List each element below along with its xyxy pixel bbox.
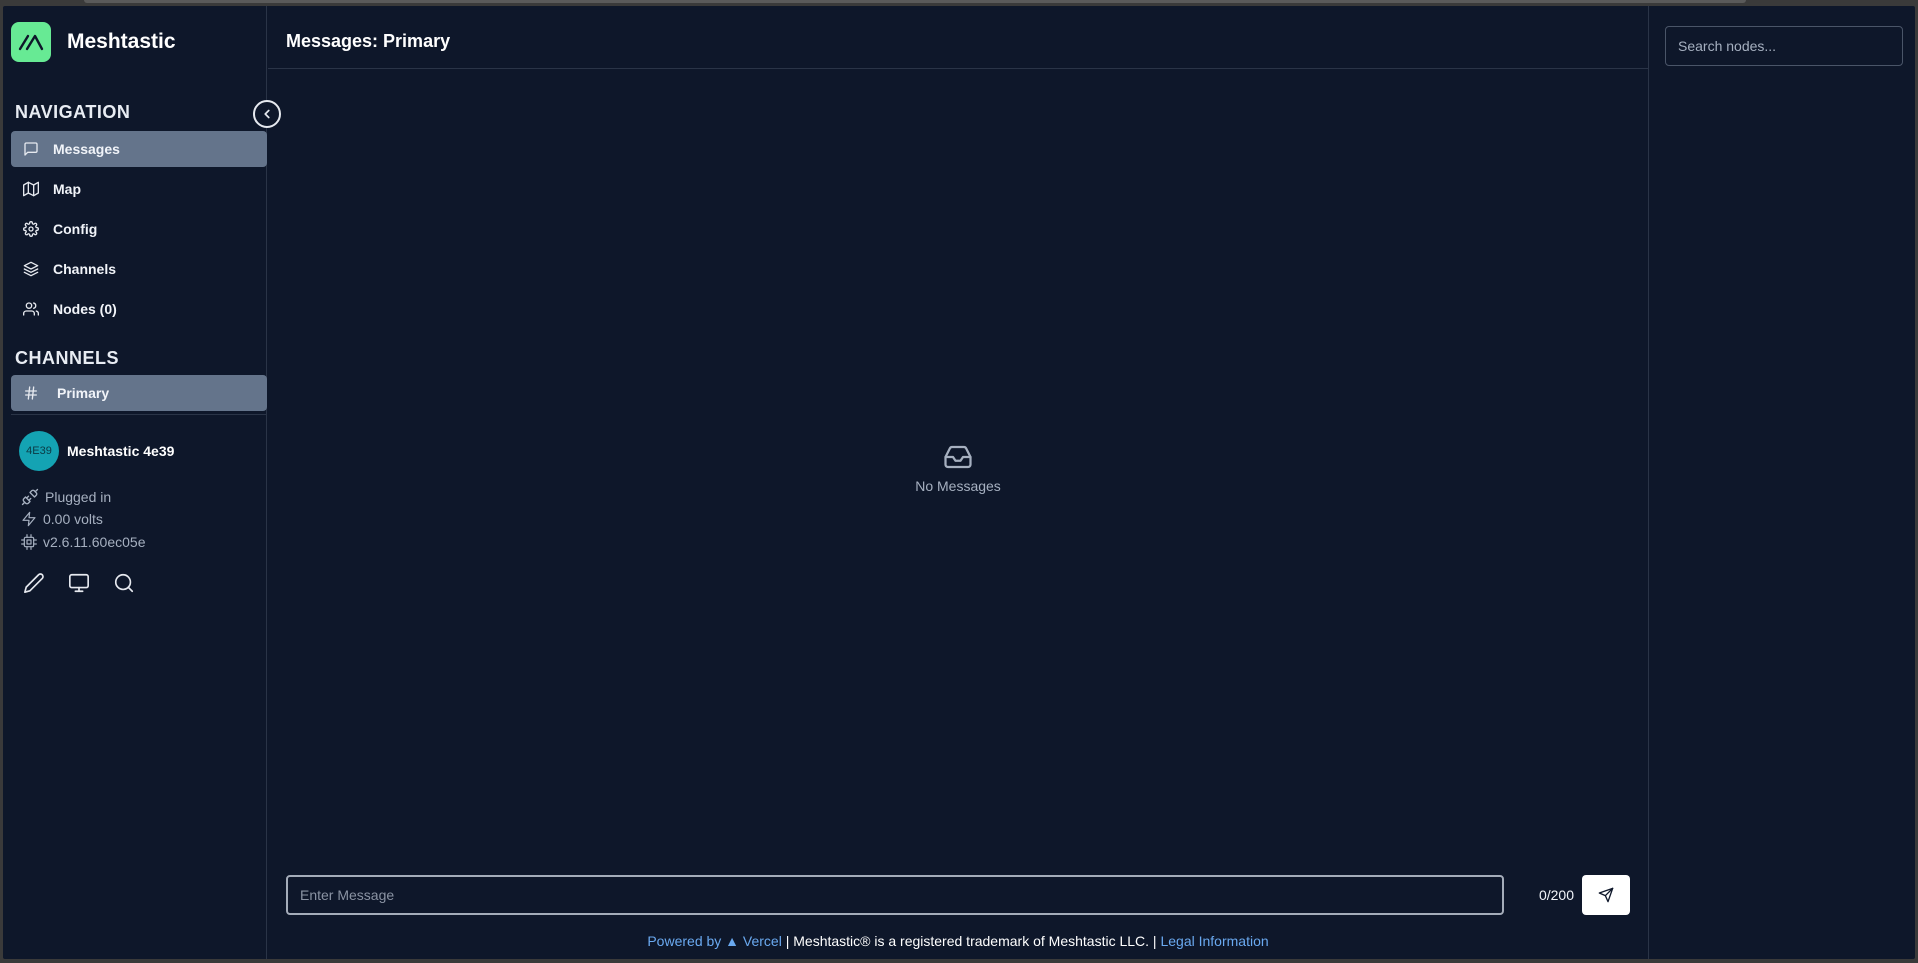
sidebar-item-label: Config bbox=[53, 221, 98, 237]
app-name: Meshtastic bbox=[67, 30, 176, 53]
search-nodes-input[interactable] bbox=[1665, 26, 1903, 66]
navigation-heading: NAVIGATION bbox=[15, 102, 131, 122]
send-icon bbox=[1598, 887, 1614, 903]
device-info: 4E39 Meshtastic 4e39 bbox=[19, 431, 174, 471]
device-name: Meshtastic 4e39 bbox=[67, 443, 175, 459]
character-counter: 0/200 bbox=[1538, 887, 1574, 903]
message-square-icon bbox=[24, 142, 38, 156]
sidebar-item-config[interactable]: Config bbox=[11, 211, 267, 247]
search-icon[interactable] bbox=[113, 572, 135, 594]
vercel-link[interactable]: Powered by ▲ Vercel bbox=[647, 933, 781, 949]
cpu-icon bbox=[21, 534, 37, 550]
message-input[interactable] bbox=[286, 875, 1504, 915]
pencil-icon[interactable] bbox=[23, 572, 45, 594]
map-icon bbox=[23, 181, 39, 197]
sidebar-divider bbox=[11, 414, 267, 415]
empty-state: No Messages bbox=[268, 442, 1648, 494]
sidebar-item-channels[interactable]: Channels bbox=[11, 251, 267, 287]
message-composer: 0/200 bbox=[286, 875, 1630, 915]
gear-icon bbox=[23, 221, 39, 237]
main-panel: Messages: Primary No Messages 0/200 Powe… bbox=[268, 6, 1648, 959]
sidebar-item-label: Channels bbox=[53, 261, 117, 277]
sidebar-item-nodes[interactable]: Nodes (0) bbox=[11, 291, 267, 327]
power-label: Plugged in bbox=[45, 489, 112, 505]
voltage-label: 0.00 volts bbox=[43, 511, 103, 527]
brand: Meshtastic bbox=[11, 22, 176, 62]
page-title: Messages: Primary bbox=[286, 31, 451, 51]
sidebar-item-label: Nodes (0) bbox=[53, 301, 117, 317]
collapse-sidebar-button[interactable] bbox=[253, 100, 281, 128]
avatar: 4E39 bbox=[19, 431, 59, 471]
empty-state-text: No Messages bbox=[915, 478, 1001, 494]
sidebar-item-map[interactable]: Map bbox=[11, 171, 267, 207]
meshtastic-logo-icon bbox=[11, 22, 51, 62]
firmware-label: v2.6.11.60ec05e bbox=[43, 534, 146, 550]
footer: Powered by ▲ Vercel | Meshtastic® is a r… bbox=[268, 933, 1648, 949]
sidebar-item-label: Messages bbox=[53, 141, 120, 157]
sidebar-item-messages[interactable]: Messages bbox=[11, 131, 267, 167]
channels-heading: CHANNELS bbox=[15, 348, 120, 368]
layers-icon bbox=[23, 261, 39, 277]
zap-icon bbox=[22, 511, 36, 527]
legal-link[interactable]: Legal Information bbox=[1160, 933, 1268, 949]
channel-item-label: Primary bbox=[57, 385, 110, 401]
trademark-text: Meshtastic® is a registered trademark of… bbox=[793, 933, 1150, 949]
power-status: Plugged in bbox=[21, 488, 111, 506]
voltage-status: 0.00 volts bbox=[21, 511, 103, 527]
app-window: Meshtastic NAVIGATION Messages Map Confi… bbox=[3, 6, 1915, 959]
monitor-icon[interactable] bbox=[67, 572, 91, 594]
window-scroll-bar bbox=[84, 0, 1746, 3]
hash-icon bbox=[25, 386, 37, 400]
main-header: Messages: Primary bbox=[268, 6, 1648, 69]
nodes-panel bbox=[1648, 6, 1915, 959]
device-tools bbox=[23, 572, 135, 594]
users-icon bbox=[23, 302, 39, 316]
inbox-icon bbox=[944, 445, 972, 469]
sidebar: Meshtastic NAVIGATION Messages Map Confi… bbox=[3, 6, 267, 959]
sidebar-item-label: Map bbox=[53, 181, 81, 197]
send-button[interactable] bbox=[1582, 875, 1630, 915]
plug-icon bbox=[21, 488, 39, 506]
footer-separator: | bbox=[781, 933, 794, 949]
footer-separator: | bbox=[1149, 933, 1161, 949]
channel-item-primary[interactable]: Primary bbox=[11, 375, 267, 411]
firmware-status: v2.6.11.60ec05e bbox=[21, 534, 146, 550]
chevron-left-icon bbox=[264, 109, 270, 119]
